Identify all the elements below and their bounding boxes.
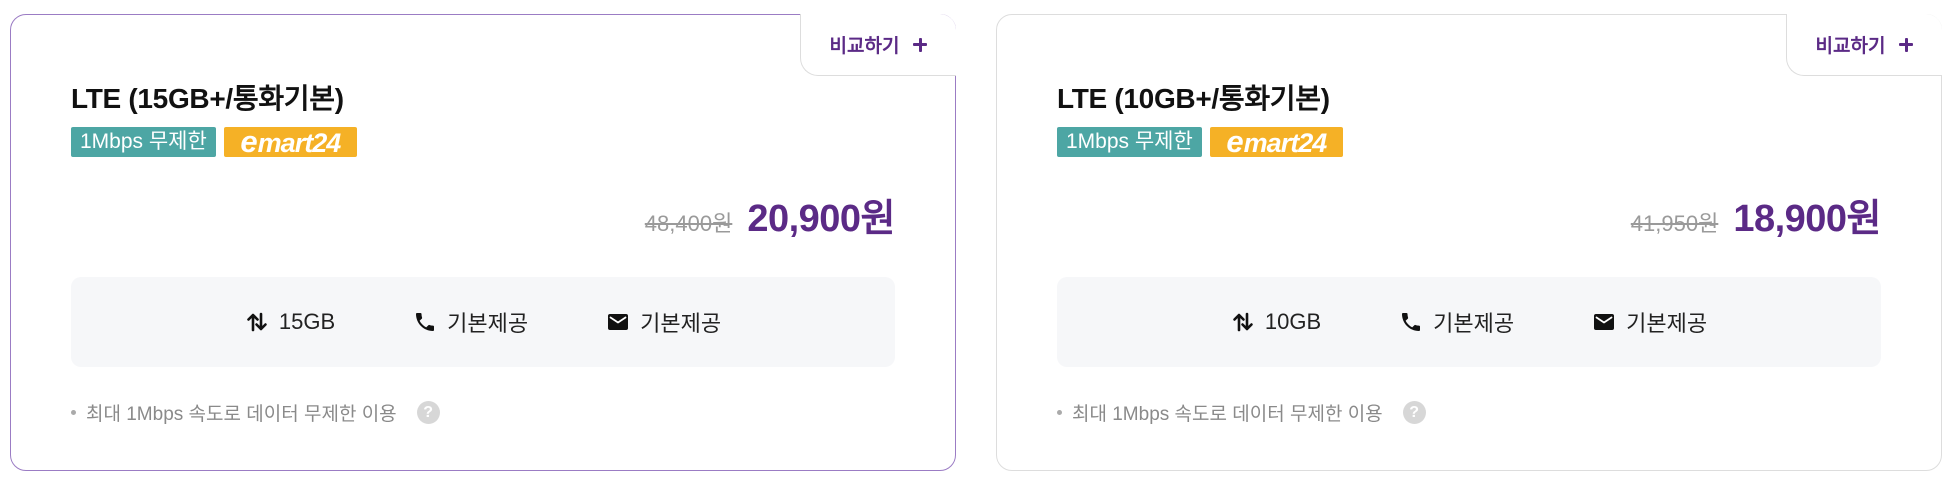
question-icon[interactable]: ? bbox=[1402, 401, 1426, 424]
note-text: 최대 1Mbps 속도로 데이터 무제한 이용 bbox=[1072, 404, 1383, 425]
emart24-logo: emart24 bbox=[223, 126, 357, 158]
compare-button[interactable]: 비교하기 bbox=[1786, 14, 1942, 76]
plus-icon bbox=[913, 37, 928, 52]
data-transfer-arrows-icon bbox=[247, 312, 267, 332]
price-row: 41,950원 18,900원 bbox=[1630, 187, 1882, 242]
feature-box: 15GB 기본제공 기본제공 bbox=[71, 277, 895, 367]
compare-label: 비교하기 bbox=[829, 36, 900, 57]
plan-badges: 1Mbps 무제한 emart24 bbox=[1057, 126, 1343, 158]
feature-box: 10GB 기본제공 기본제공 bbox=[1057, 277, 1881, 367]
sale-price: 18,900원 bbox=[1733, 198, 1881, 240]
plan-title: LTE (10GB+/통화기본) bbox=[1057, 83, 1330, 114]
feature-sms: 기본제공 bbox=[606, 306, 721, 338]
feature-data: 10GB bbox=[1231, 309, 1321, 335]
feature-data-label: 10GB bbox=[1264, 309, 1322, 334]
feature-sms-label: 기본제공 bbox=[640, 311, 722, 336]
feature-call: 기본제공 bbox=[1399, 306, 1514, 338]
original-price: 41,950원 bbox=[1630, 211, 1719, 236]
feature-call: 기본제공 bbox=[413, 306, 528, 338]
phone-icon bbox=[1402, 313, 1421, 331]
feature-sms: 기본제공 bbox=[1592, 306, 1707, 338]
data-transfer-arrows-icon bbox=[1233, 312, 1253, 332]
plan-title: LTE (15GB+/통화기본) bbox=[71, 83, 344, 114]
bullet-icon bbox=[1057, 410, 1062, 415]
envelope-icon bbox=[608, 314, 629, 330]
feature-call-label: 기본제공 bbox=[447, 311, 529, 336]
plan-card[interactable]: 비교하기 LTE (10GB+/통화기본) 1Mbps 무제한 emart24 … bbox=[996, 14, 1942, 471]
plan-note: 최대 1Mbps 속도로 데이터 무제한 이용 ? bbox=[1057, 399, 1426, 426]
plus-icon bbox=[1899, 37, 1914, 52]
compare-label: 비교하기 bbox=[1815, 36, 1886, 57]
question-icon[interactable]: ? bbox=[416, 401, 440, 424]
feature-sms-label: 기본제공 bbox=[1626, 311, 1708, 336]
bullet-icon bbox=[71, 410, 76, 415]
feature-call-label: 기본제공 bbox=[1433, 311, 1515, 336]
price-row: 48,400원 20,900원 bbox=[644, 187, 896, 242]
emart24-logo: emart24 bbox=[1209, 126, 1343, 158]
feature-data-label: 15GB bbox=[278, 309, 336, 334]
compare-button[interactable]: 비교하기 bbox=[800, 14, 956, 76]
speed-badge: 1Mbps 무제한 bbox=[1057, 127, 1202, 157]
feature-data: 15GB bbox=[245, 309, 335, 335]
plan-note: 최대 1Mbps 속도로 데이터 무제한 이용 ? bbox=[71, 399, 440, 426]
plan-badges: 1Mbps 무제한 emart24 bbox=[71, 126, 357, 158]
plan-card[interactable]: 비교하기 LTE (15GB+/통화기본) 1Mbps 무제한 emart24 … bbox=[10, 14, 956, 471]
original-price: 48,400원 bbox=[644, 211, 733, 236]
phone-icon bbox=[416, 313, 435, 331]
envelope-icon bbox=[1594, 314, 1615, 330]
sale-price: 20,900원 bbox=[747, 198, 895, 240]
speed-badge: 1Mbps 무제한 bbox=[71, 127, 216, 157]
note-text: 최대 1Mbps 속도로 데이터 무제한 이용 bbox=[86, 404, 397, 425]
